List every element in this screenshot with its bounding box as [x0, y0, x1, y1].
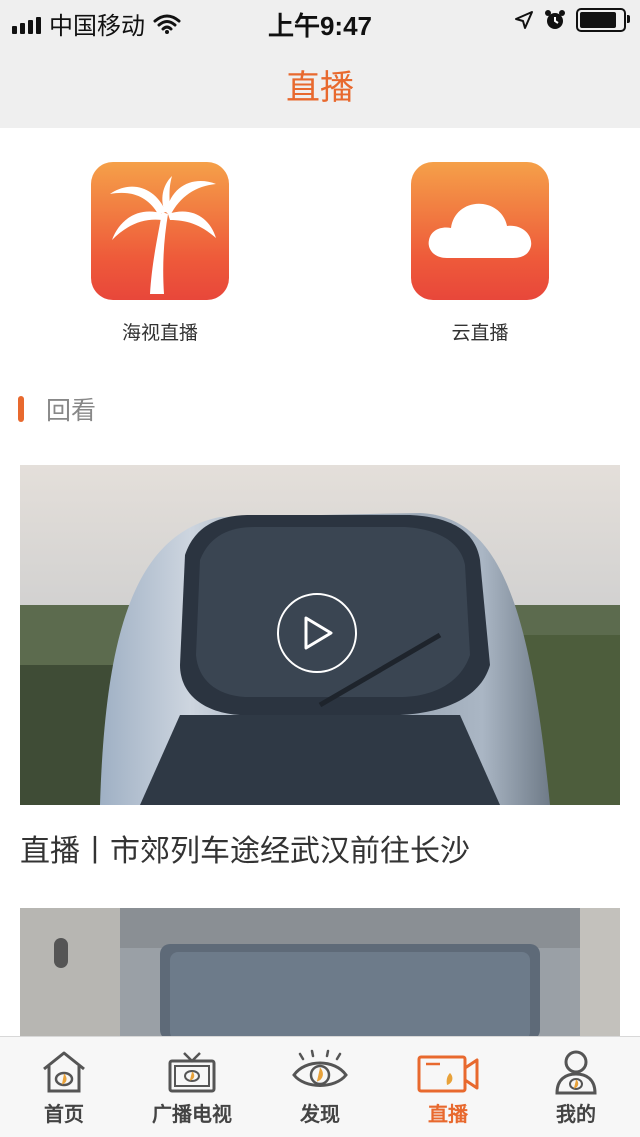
app-label: 云直播 — [451, 322, 509, 344]
play-button[interactable] — [277, 593, 357, 673]
page-title: 直播 — [286, 68, 354, 108]
app-haishi-live[interactable]: 海视直播 — [60, 162, 260, 345]
tab-label: 首页 — [44, 1102, 84, 1126]
tab-broadcast-tv[interactable]: 广播电视 — [128, 1037, 256, 1137]
live-camera-icon — [417, 1055, 479, 1093]
video-thumbnail[interactable] — [20, 465, 620, 805]
app-label: 海视直播 — [121, 322, 198, 344]
tab-discover[interactable]: 发现 — [256, 1037, 384, 1137]
location-arrow-icon — [515, 11, 533, 29]
app-cloud-live[interactable]: 云直播 — [380, 162, 580, 345]
battery-icon — [576, 8, 630, 32]
train-window-image — [20, 908, 620, 1040]
tab-mine[interactable]: 我的 — [512, 1037, 640, 1137]
palm-tree-icon — [91, 162, 229, 300]
user-icon — [555, 1050, 597, 1095]
tab-live[interactable]: 直播 — [384, 1037, 512, 1137]
tab-label: 广播电视 — [152, 1102, 232, 1126]
section-accent-bar — [18, 396, 24, 422]
alarm-clock-icon — [545, 10, 565, 29]
tab-label: 我的 — [556, 1102, 596, 1126]
tab-home[interactable]: 首页 — [0, 1037, 128, 1137]
section-title: 回看 — [46, 396, 97, 425]
tab-label: 直播 — [428, 1102, 468, 1126]
tab-bar: 首页 广播电视 发现 直播 我的 — [0, 1036, 640, 1137]
live-apps-section: 海视直播 云直播 — [0, 128, 640, 358]
cloud-icon — [411, 162, 549, 300]
video-thumbnail-2[interactable] — [20, 908, 620, 1040]
status-bar: 中国移动 上午9:47 — [0, 0, 640, 41]
navigation-bar: 直播 — [0, 40, 640, 128]
tab-label: 发现 — [300, 1102, 340, 1126]
play-icon — [304, 616, 333, 650]
section-header-replay: 回看 — [18, 394, 97, 425]
home-icon — [43, 1051, 85, 1093]
video-title[interactable]: 直播丨市郊列车途经武汉前往长沙 — [20, 826, 470, 870]
eye-icon — [292, 1049, 348, 1087]
tv-icon — [168, 1052, 216, 1093]
